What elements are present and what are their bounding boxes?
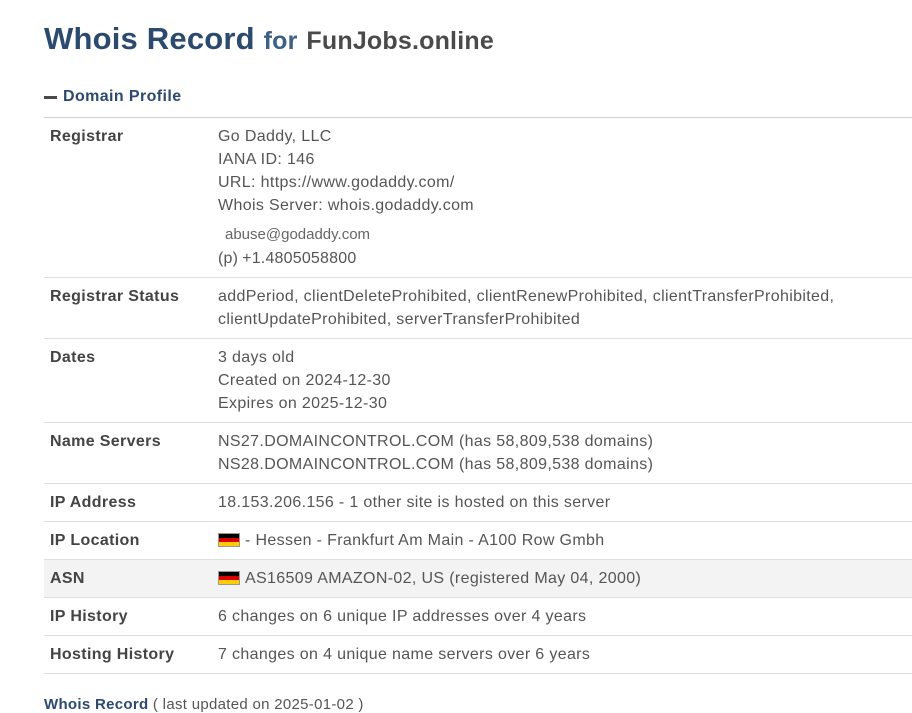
registrar-whois-server: Whois Server: whois.godaddy.com xyxy=(218,197,474,214)
table-row-ip-location: IP Location - Hessen - Frankfurt Am Main… xyxy=(44,521,912,560)
phone-prefix: (p) xyxy=(218,250,239,267)
table-row-hosting-history: Hosting History 7 changes on 4 unique na… xyxy=(44,635,912,674)
table-row-dates: Dates 3 days old Created on 2024-12-30 E… xyxy=(44,338,912,423)
row-label: Name Servers xyxy=(44,422,218,484)
registrar-phone-line: (p) +1.4805058800 xyxy=(218,247,912,270)
page-title: Whois Record for FunJobs.online xyxy=(44,18,912,62)
name-server-1: NS27.DOMAINCONTROL.COM (has 58,809,538 d… xyxy=(218,433,654,450)
registrar-name: Go Daddy, LLC xyxy=(218,128,332,145)
registrar-status-value: addPeriod, clientDeleteProhibited, clien… xyxy=(218,277,912,339)
row-label: Dates xyxy=(44,338,218,423)
row-label: IP Address xyxy=(44,483,218,522)
dates-value: 3 days old Created on 2024-12-30 Expires… xyxy=(218,338,912,423)
whois-record-title: Whois Record xyxy=(44,696,149,713)
germany-flag-icon xyxy=(218,571,240,585)
page-title-for: for xyxy=(263,27,298,55)
asn-value: AS16509 AMAZON-02, US (registered May 04… xyxy=(218,559,912,598)
registrar-url: URL: https://www.godaddy.com/ xyxy=(218,174,455,191)
ip-history-value: 6 changes on 6 unique IP addresses over … xyxy=(218,597,912,636)
germany-flag-icon xyxy=(218,533,240,547)
asn-text: AS16509 AMAZON-02, US (registered May 04… xyxy=(245,570,642,587)
registrar-value: Go Daddy, LLC IANA ID: 146 URL: https://… xyxy=(218,117,912,278)
name-server-2: NS28.DOMAINCONTROL.COM (has 58,809,538 d… xyxy=(218,456,654,473)
page-title-main: Whois Record xyxy=(44,21,255,56)
row-label: Registrar xyxy=(44,117,218,278)
table-row-ip-address: IP Address 18.153.206.156 - 1 other site… xyxy=(44,483,912,522)
last-updated-note: ( last updated on 2025-01-02 ) xyxy=(148,696,364,713)
registrar-iana: IANA ID: 146 xyxy=(218,151,315,168)
status-line-1: addPeriod, clientDeleteProhibited, clien… xyxy=(218,288,835,305)
domain-profile-table: Registrar Go Daddy, LLC IANA ID: 146 URL… xyxy=(44,117,912,674)
hosting-history-value: 7 changes on 4 unique name servers over … xyxy=(218,635,912,674)
registrar-phone: +1.4805058800 xyxy=(242,250,357,267)
domain-profile-title[interactable]: Domain Profile xyxy=(63,88,182,106)
registrar-email-image: abuse@godaddy.com xyxy=(225,226,371,243)
page-title-domain: FunJobs.online xyxy=(306,27,494,55)
row-label: ASN xyxy=(44,559,218,598)
domain-age: 3 days old xyxy=(218,349,295,366)
created-date: Created on 2024-12-30 xyxy=(218,372,391,389)
ip-location-value: - Hessen - Frankfurt Am Main - A100 Row … xyxy=(218,521,912,560)
table-row-asn: ASN AS16509 AMAZON-02, US (registered Ma… xyxy=(44,559,912,598)
table-row-registrar: Registrar Go Daddy, LLC IANA ID: 146 URL… xyxy=(44,117,912,278)
ip-location-text: - Hessen - Frankfurt Am Main - A100 Row … xyxy=(245,532,605,549)
table-row-registrar-status: Registrar Status addPeriod, clientDelete… xyxy=(44,277,912,339)
ip-address-value: 18.153.206.156 - 1 other site is hosted … xyxy=(218,483,912,522)
name-servers-value: NS27.DOMAINCONTROL.COM (has 58,809,538 d… xyxy=(218,422,912,484)
domain-profile-toggle[interactable]: Domain Profile xyxy=(44,85,912,109)
row-label: Registrar Status xyxy=(44,277,218,339)
table-row-ip-history: IP History 6 changes on 6 unique IP addr… xyxy=(44,597,912,636)
row-label: IP Location xyxy=(44,521,218,560)
expires-date: Expires on 2025-12-30 xyxy=(218,395,388,412)
whois-record-footer: Whois Record ( last updated on 2025-01-0… xyxy=(44,696,912,713)
whois-page: Whois Record for FunJobs.online Domain P… xyxy=(44,18,912,713)
row-label: IP History xyxy=(44,597,218,636)
minus-icon[interactable] xyxy=(44,96,57,99)
status-line-2: clientUpdateProhibited, serverTransferPr… xyxy=(218,311,581,328)
row-label: Hosting History xyxy=(44,635,218,674)
table-row-name-servers: Name Servers NS27.DOMAINCONTROL.COM (has… xyxy=(44,422,912,484)
